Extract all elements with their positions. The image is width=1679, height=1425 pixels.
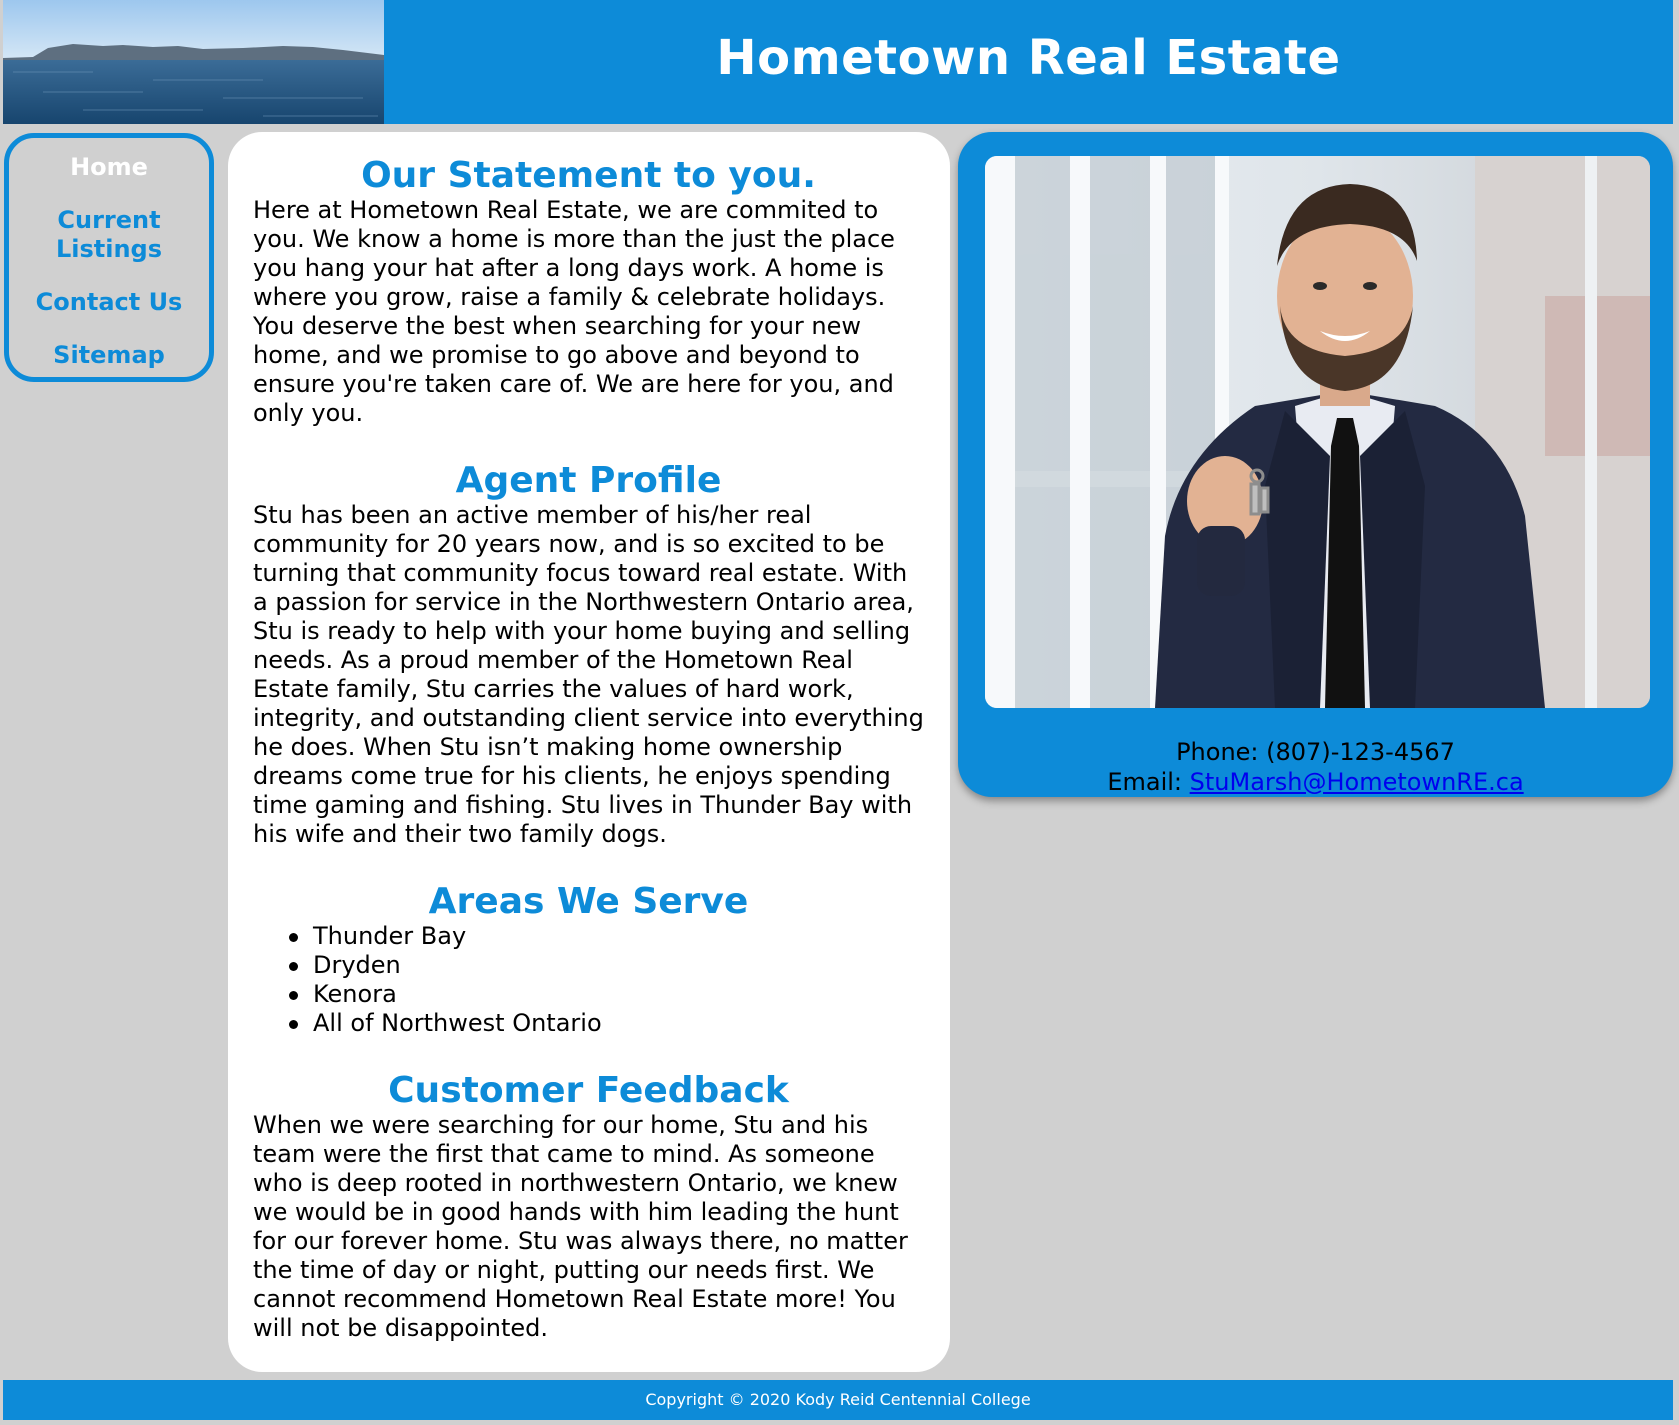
contact-info: Phone: (807)-123-4567 Email: StuMarsh@Ho… (958, 737, 1673, 797)
copyright-text: Copyright © 2020 Kody Reid Centennial Co… (645, 1390, 1031, 1409)
feedback-section: Customer Feedback When we were searching… (253, 1071, 924, 1343)
site-header: Hometown Real Estate (3, 0, 1673, 124)
nav-home-link[interactable]: Home (9, 153, 209, 182)
lake-landscape-photo (3, 0, 384, 124)
feedback-heading: Customer Feedback (388, 1070, 789, 1111)
agent-holding-keys-photo (985, 156, 1650, 708)
feedback-text: When we were searching for our home, Stu… (253, 1111, 908, 1342)
main-content: Our Statement to you. Here at Hometown R… (228, 132, 950, 1372)
email-link[interactable]: StuMarsh@HometownRE.ca (1190, 768, 1524, 796)
nav-current-listings-link[interactable]: Current Listings (44, 206, 174, 264)
nav-contact-us-link[interactable]: Contact Us (9, 288, 209, 317)
agent-profile-text: Stu has been an active member of his/her… (253, 501, 924, 848)
list-item: Thunder Bay (289, 922, 924, 951)
phone-line: Phone: (807)-123-4567 (958, 737, 1673, 767)
agent-profile-section: Agent Profile Stu has been an active mem… (253, 461, 924, 849)
list-item: Dryden (289, 951, 924, 980)
nav-sitemap-link[interactable]: Sitemap (9, 341, 209, 370)
site-footer: Copyright © 2020 Kody Reid Centennial Co… (3, 1380, 1673, 1420)
list-item: All of Northwest Ontario (289, 1009, 924, 1038)
agent-profile-heading: Agent Profile (455, 460, 722, 501)
phone-label: Phone: (1176, 738, 1259, 766)
statement-text: Here at Hometown Real Estate, we are com… (253, 196, 895, 427)
areas-list: Thunder Bay Dryden Kenora All of Northwe… (253, 922, 924, 1038)
phone-number: (807)-123-4567 (1266, 738, 1455, 766)
email-label: Email: (1107, 768, 1182, 796)
agent-card: Phone: (807)-123-4567 Email: StuMarsh@Ho… (958, 132, 1673, 797)
areas-section: Areas We Serve Thunder Bay Dryden Kenora… (253, 882, 924, 1038)
site-title: Hometown Real Estate (716, 30, 1341, 86)
email-line: Email: StuMarsh@HometownRE.ca (958, 767, 1673, 797)
main-nav: Home Current Listings Contact Us Sitemap (4, 133, 214, 382)
statement-section: Our Statement to you. Here at Hometown R… (253, 156, 924, 428)
statement-heading: Our Statement to you. (361, 155, 816, 196)
list-item: Kenora (289, 980, 924, 1009)
areas-heading: Areas We Serve (428, 881, 749, 922)
